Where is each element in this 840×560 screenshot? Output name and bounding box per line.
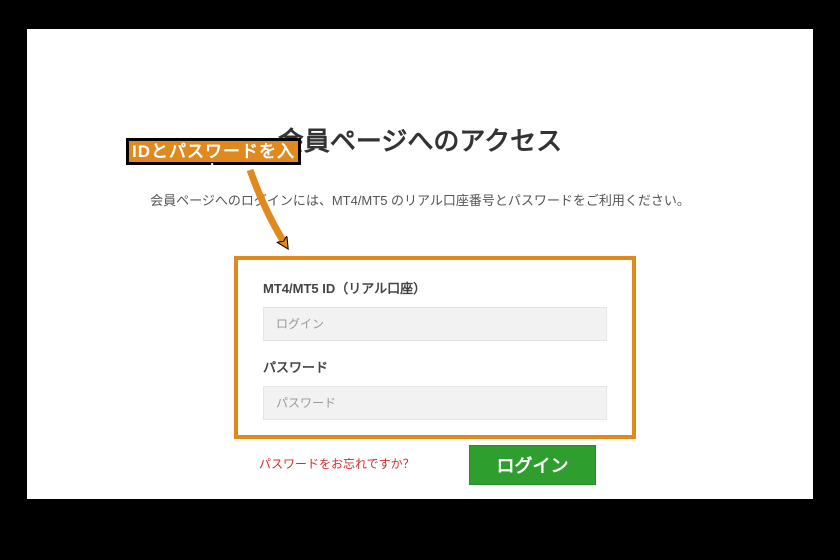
id-input[interactable] [263, 307, 607, 341]
page-subtitle: 会員ページへのログインには、MT4/MT5 のリアル口座番号とパスワードをご利用… [27, 190, 813, 209]
id-field-label: MT4/MT5 ID（リアル口座） [263, 278, 607, 297]
forgot-password-link[interactable]: パスワードをお忘れですか？ [259, 455, 415, 472]
login-form-box: MT4/MT5 ID（リアル口座） パスワード [234, 256, 636, 439]
login-page: 会員ページへのアクセス 会員ページへのログインには、MT4/MT5 のリアル口座… [27, 29, 813, 499]
login-button[interactable]: ログイン [469, 445, 596, 485]
password-input[interactable] [263, 386, 607, 420]
annotation-callout: IDとパスワードを入力 [126, 138, 301, 165]
password-field-label: パスワード [263, 357, 607, 376]
